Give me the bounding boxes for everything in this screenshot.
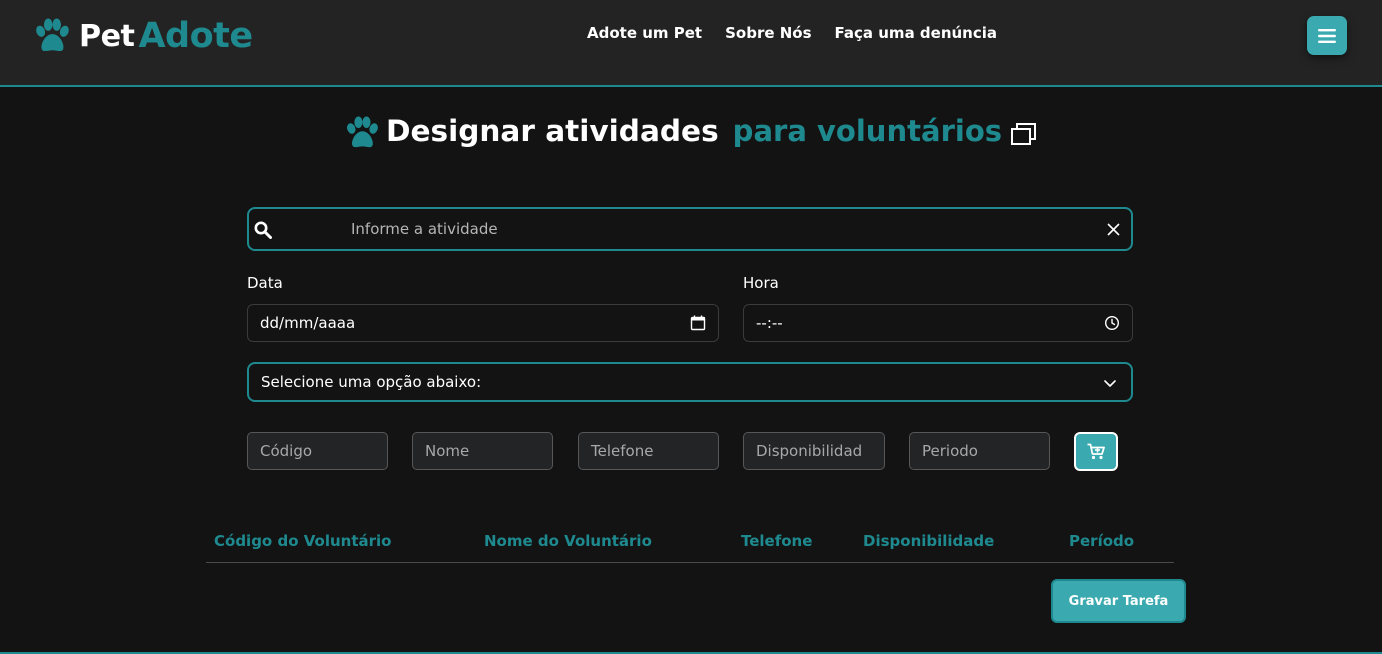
- search-icon: [254, 221, 272, 239]
- date-field[interactable]: dd/mm/aaaa: [247, 304, 719, 342]
- table-header-periodo: Período: [1069, 532, 1135, 550]
- periodo-input[interactable]: Periodo: [909, 432, 1050, 470]
- nav-sobre-nos[interactable]: Sobre Nós: [725, 24, 811, 42]
- time-value: --:--: [756, 314, 783, 332]
- date-value: dd/mm/aaaa: [260, 314, 356, 332]
- chevron-down-icon: [1104, 380, 1116, 387]
- telefone-placeholder: Telefone: [591, 442, 654, 460]
- table-divider: [206, 562, 1174, 563]
- date-label: Data: [247, 274, 283, 292]
- codigo-placeholder: Código: [260, 442, 313, 460]
- table-header-telefone: Telefone: [741, 532, 813, 550]
- nav-adote-um-pet[interactable]: Adote um Pet: [587, 24, 702, 42]
- cart-plus-icon: [1087, 443, 1105, 460]
- paw-icon: [36, 18, 69, 52]
- nome-input[interactable]: Nome: [412, 432, 553, 470]
- logo-word-pet: Pet: [79, 18, 135, 54]
- menu-button[interactable]: [1307, 16, 1347, 55]
- table-header-disponibilidade: Disponibilidade: [863, 532, 995, 550]
- disponibilidade-input[interactable]: Disponibilidad: [743, 432, 885, 470]
- clock-icon[interactable]: [1104, 315, 1120, 331]
- logo-word-adote: Adote: [138, 16, 253, 56]
- title-part1: Designar atividades: [385, 114, 719, 148]
- periodo-placeholder: Periodo: [922, 442, 978, 460]
- nav-faca-denuncia[interactable]: Faça uma denúncia: [835, 24, 997, 42]
- codigo-input[interactable]: Código: [247, 432, 388, 470]
- add-to-cart-button[interactable]: [1074, 432, 1118, 471]
- page-title: Designar atividades para voluntários: [0, 112, 1382, 150]
- close-icon[interactable]: [1106, 222, 1121, 237]
- search-placeholder: Informe a atividade: [351, 220, 498, 238]
- title-part2: para voluntários: [732, 114, 1003, 148]
- table-header-codigo: Código do Voluntário: [214, 532, 392, 550]
- nome-placeholder: Nome: [425, 442, 470, 460]
- paw-icon: [347, 116, 378, 148]
- logo[interactable]: Pet Adote: [33, 14, 253, 58]
- option-select[interactable]: Selecione uma opção abaixo:: [247, 362, 1133, 402]
- activity-search-input[interactable]: Informe a atividade: [247, 207, 1133, 251]
- time-field[interactable]: --:--: [743, 304, 1133, 342]
- time-label: Hora: [743, 274, 779, 292]
- hamburger-icon: [1318, 28, 1336, 43]
- main-nav: Adote um Pet Sobre Nós Faça uma denúncia: [587, 24, 997, 42]
- disponibilidade-placeholder: Disponibilidad: [756, 442, 863, 460]
- table-header-nome: Nome do Voluntário: [484, 532, 652, 550]
- calendar-icon[interactable]: [690, 315, 706, 331]
- telefone-input[interactable]: Telefone: [578, 432, 719, 470]
- top-header: Pet Adote Adote um Pet Sobre Nós Faça um…: [0, 0, 1382, 87]
- save-task-button[interactable]: Gravar Tarefa: [1051, 579, 1186, 623]
- select-value: Selecione uma opção abaixo:: [261, 373, 482, 391]
- windows-stack-icon: [1011, 123, 1037, 145]
